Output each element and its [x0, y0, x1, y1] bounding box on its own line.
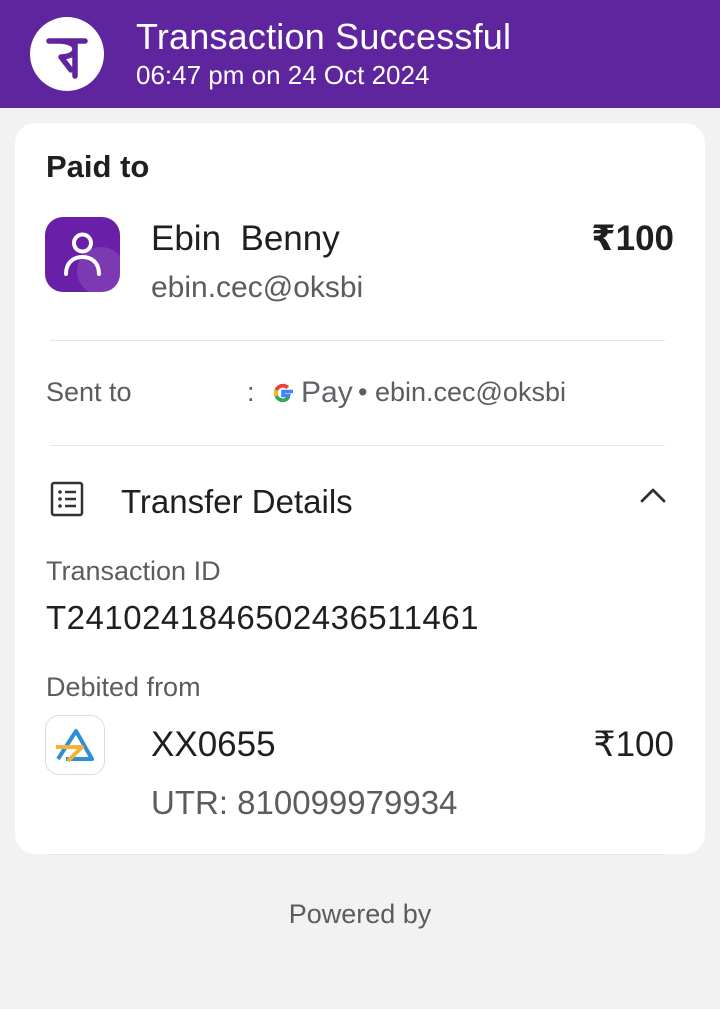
transaction-id-value[interactable]: T2410241846502436511461	[46, 599, 479, 637]
transaction-card: Paid to Ebin Benny ebin.cec@oksbi ₹100 S…	[15, 123, 705, 854]
divider	[50, 854, 665, 855]
account-number: XX0655	[151, 725, 276, 764]
utr-number[interactable]: UTR: 810099979934	[151, 784, 457, 822]
page-title: Transaction Successful	[136, 16, 512, 57]
sent-to-upi: • ebin.cec@oksbi	[358, 377, 566, 407]
divider	[50, 340, 665, 341]
sent-to-label: Sent to	[46, 377, 132, 407]
debited-amount: ₹100	[593, 725, 674, 764]
paid-amount: ₹100	[591, 219, 674, 258]
paid-to-heading: Paid to	[46, 149, 150, 184]
transfer-details-label[interactable]: Transfer Details	[121, 483, 353, 521]
person-icon	[45, 217, 120, 292]
receipt-icon	[50, 481, 84, 522]
google-g-icon	[273, 383, 293, 403]
sent-to-colon: :	[247, 377, 255, 407]
divider	[50, 445, 665, 446]
status-header: Transaction Successful 06:47 pm on 24 Oc…	[0, 0, 720, 108]
transaction-timestamp: 06:47 pm on 24 Oct 2024	[136, 60, 430, 90]
debited-from-label: Debited from	[46, 672, 201, 702]
phonepe-logo-icon	[30, 17, 104, 91]
transaction-id-label: Transaction ID	[46, 556, 221, 586]
gpay-badge: Pay	[269, 373, 353, 413]
powered-by-label: Powered by	[288, 899, 432, 929]
gpay-label: Pay	[301, 376, 353, 409]
bank-logo-icon	[45, 715, 105, 775]
chevron-up-icon[interactable]	[639, 485, 667, 510]
payee-name: Ebin Benny	[151, 219, 340, 258]
payee-upi-id: ebin.cec@oksbi	[151, 271, 364, 304]
